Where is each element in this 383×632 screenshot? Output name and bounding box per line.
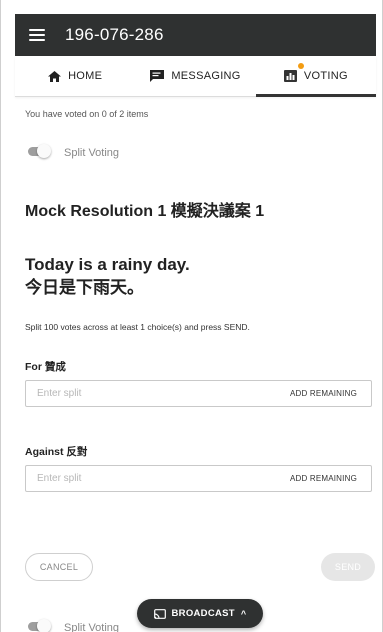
split-field-for: ADD REMAINING (25, 380, 372, 407)
tab-home-label: HOME (68, 70, 103, 82)
app-frame: 196-076-286 HOME MESSAGING VOTING You ha… (0, 0, 383, 632)
tab-messaging[interactable]: MESSAGING (135, 56, 255, 96)
meeting-id: 196-076-286 (65, 25, 164, 44)
tab-bar: HOME MESSAGING VOTING (15, 56, 377, 97)
split-voting-toggle[interactable] (28, 144, 51, 158)
choice-label-against: Against 反對 (25, 446, 88, 458)
chevron-up-icon: ^ (240, 608, 247, 619)
tab-voting[interactable]: VOTING (255, 56, 377, 97)
next-split-voting-toggle[interactable] (28, 619, 51, 632)
add-remaining-against-button[interactable]: ADD REMAINING (290, 474, 357, 483)
split-field-against: ADD REMAINING (25, 465, 372, 492)
question-chinese: 今日是下雨天。 (25, 278, 144, 297)
split-input-for[interactable] (37, 388, 217, 399)
app-header: 196-076-286 (15, 14, 376, 56)
chat-icon (150, 70, 165, 82)
resolution-question: Today is a rainy day. 今日是下雨天。 (25, 253, 190, 299)
voting-panel: You have voted on 0 of 2 items Split Vot… (15, 97, 376, 632)
choice-label-for: For 贊成 (25, 361, 66, 373)
tab-home[interactable]: HOME (15, 56, 135, 96)
split-voting-label: Split Voting (64, 147, 120, 159)
tab-messaging-label: MESSAGING (171, 70, 241, 82)
broadcast-button[interactable]: BROADCAST ^ (137, 599, 263, 628)
hamburger-menu-icon[interactable] (29, 29, 45, 41)
voting-instructions: Split 100 votes across at least 1 choice… (25, 322, 250, 332)
question-english: Today is a rainy day. (25, 255, 190, 274)
cancel-button[interactable]: CANCEL (25, 553, 93, 581)
home-icon (48, 70, 62, 82)
split-input-against[interactable] (37, 473, 217, 484)
cast-icon (153, 608, 166, 619)
vote-progress-text: You have voted on 0 of 2 items (25, 109, 149, 119)
tab-voting-label: VOTING (303, 70, 348, 82)
add-remaining-for-button[interactable]: ADD REMAINING (290, 389, 357, 398)
bar-chart-icon (283, 70, 297, 82)
broadcast-label: BROADCAST (171, 608, 235, 619)
send-button[interactable]: SEND (321, 553, 375, 581)
notification-dot (297, 63, 304, 69)
next-split-voting-label: Split Voting (64, 622, 120, 632)
resolution-title: Mock Resolution 1 模擬決議案 1 (25, 203, 265, 220)
